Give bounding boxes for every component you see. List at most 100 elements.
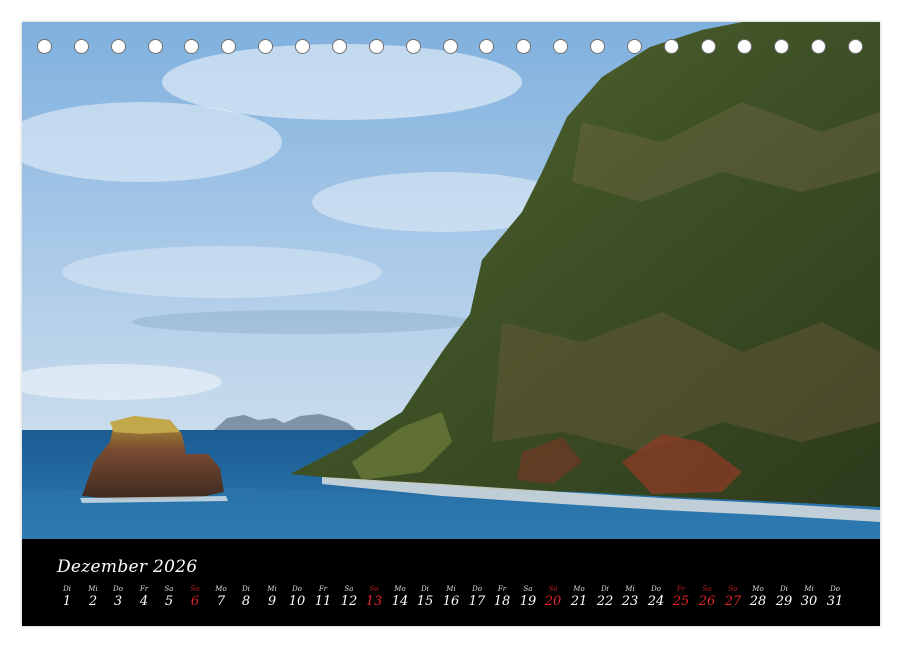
weekday-label: Sa — [164, 585, 174, 593]
weekday-label: Mo — [573, 585, 585, 593]
day-cell: So 20 — [540, 585, 566, 610]
binding-hole — [258, 39, 273, 54]
day-number: 30 — [800, 594, 818, 609]
weekday-label: Fr — [676, 585, 686, 593]
day-number: 15 — [416, 594, 434, 609]
binding-hole — [811, 39, 826, 54]
day-number: 18 — [493, 594, 511, 609]
landscape-photo — [22, 22, 880, 539]
weekday-label: Mi — [267, 585, 277, 593]
day-cell: Mi 9 — [259, 585, 285, 610]
binding-hole — [37, 39, 52, 54]
day-cell: Mo 7 — [208, 585, 234, 610]
day-cell: Di 8 — [233, 585, 259, 610]
weekday-label: So — [728, 585, 738, 593]
weekday-label: Mo — [215, 585, 227, 593]
day-cell: Fr 25 — [668, 585, 694, 610]
day-cell: Sa 12 — [336, 585, 362, 610]
day-number: 26 — [698, 594, 716, 609]
binding-hole — [774, 39, 789, 54]
day-number: 7 — [216, 594, 226, 609]
day-number: 19 — [519, 594, 537, 609]
weekday-label: Do — [830, 585, 840, 593]
binding-hole — [479, 39, 494, 54]
day-number: 20 — [544, 594, 562, 609]
weekday-label: Di — [421, 585, 429, 593]
weekday-label: Fr — [497, 585, 507, 593]
day-number: 21 — [570, 594, 588, 609]
day-number: 17 — [468, 594, 486, 609]
day-number: 5 — [164, 594, 174, 609]
weekday-label: So — [369, 585, 379, 593]
day-cell: Mo 21 — [566, 585, 592, 610]
day-cell: Di 1 — [54, 585, 80, 610]
day-cell: Di 15 — [412, 585, 438, 610]
weekday-label: Fr — [318, 585, 328, 593]
day-cell: Do 31 — [822, 585, 848, 610]
weekday-label: Do — [651, 585, 661, 593]
day-cell: Sa 5 — [156, 585, 182, 610]
day-number: 31 — [826, 594, 844, 609]
day-number: 8 — [241, 594, 251, 609]
weekday-label: So — [190, 585, 200, 593]
weekday-label: Di — [780, 585, 788, 593]
day-number: 3 — [113, 594, 123, 609]
weekday-label: Fr — [139, 585, 149, 593]
day-number: 11 — [314, 594, 332, 609]
weekday-label: So — [548, 585, 558, 593]
day-cell: Do 24 — [643, 585, 669, 610]
day-number: 25 — [672, 594, 690, 609]
weekday-label: Di — [63, 585, 71, 593]
day-number: 28 — [749, 594, 767, 609]
weekday-label: Mo — [752, 585, 764, 593]
day-cell: Mi 16 — [438, 585, 464, 610]
day-number: 23 — [621, 594, 639, 609]
day-cell: Sa 26 — [694, 585, 720, 610]
weekday-label: Mi — [804, 585, 814, 593]
binding-hole — [221, 39, 236, 54]
day-number: 16 — [442, 594, 460, 609]
weekday-label: Mi — [446, 585, 456, 593]
weekday-label: Mi — [88, 585, 98, 593]
day-cell: Sa 19 — [515, 585, 541, 610]
day-number: 24 — [647, 594, 665, 609]
day-number: 6 — [190, 594, 200, 609]
binding-hole — [701, 39, 716, 54]
binding-hole — [443, 39, 458, 54]
day-number: 29 — [775, 594, 793, 609]
day-number: 9 — [267, 594, 277, 609]
day-number: 27 — [724, 594, 742, 609]
day-cell: Do 17 — [464, 585, 490, 610]
day-number: 2 — [88, 594, 98, 609]
day-cell: Mi 23 — [617, 585, 643, 610]
binding-hole — [737, 39, 752, 54]
binding-hole — [369, 39, 384, 54]
day-cell: So 6 — [182, 585, 208, 610]
day-number: 1 — [62, 594, 72, 609]
day-number: 13 — [365, 594, 383, 609]
day-cell: Mo 28 — [745, 585, 771, 610]
day-cell: Fr 18 — [489, 585, 515, 610]
binding-hole — [553, 39, 568, 54]
calendar-strip: Dezember 2026 Di 1 Mi 2 Do 3 Fr 4 Sa 5 So 6 Mo 7 Di 8 Mi… — [22, 539, 880, 626]
day-cell: Mi 2 — [80, 585, 106, 610]
day-number: 12 — [340, 594, 358, 609]
weekday-label: Sa — [702, 585, 712, 593]
day-cell: Do 3 — [105, 585, 131, 610]
day-number: 4 — [139, 594, 149, 609]
weekday-label: Di — [242, 585, 250, 593]
day-cell: Do 10 — [284, 585, 310, 610]
day-cell: So 27 — [720, 585, 746, 610]
binding-hole — [111, 39, 126, 54]
weekday-label: Mi — [625, 585, 635, 593]
weekday-label: Sa — [344, 585, 354, 593]
day-number: 10 — [288, 594, 306, 609]
weekday-label: Do — [113, 585, 123, 593]
day-cell: So 13 — [361, 585, 387, 610]
calendar-page: Dezember 2026 Di 1 Mi 2 Do 3 Fr 4 Sa 5 So 6 Mo 7 Di 8 Mi… — [22, 22, 880, 626]
binding-hole — [332, 39, 347, 54]
day-cell: Di 22 — [592, 585, 618, 610]
binding-hole — [148, 39, 163, 54]
day-cell: Di 29 — [771, 585, 797, 610]
binding-hole — [848, 39, 863, 54]
